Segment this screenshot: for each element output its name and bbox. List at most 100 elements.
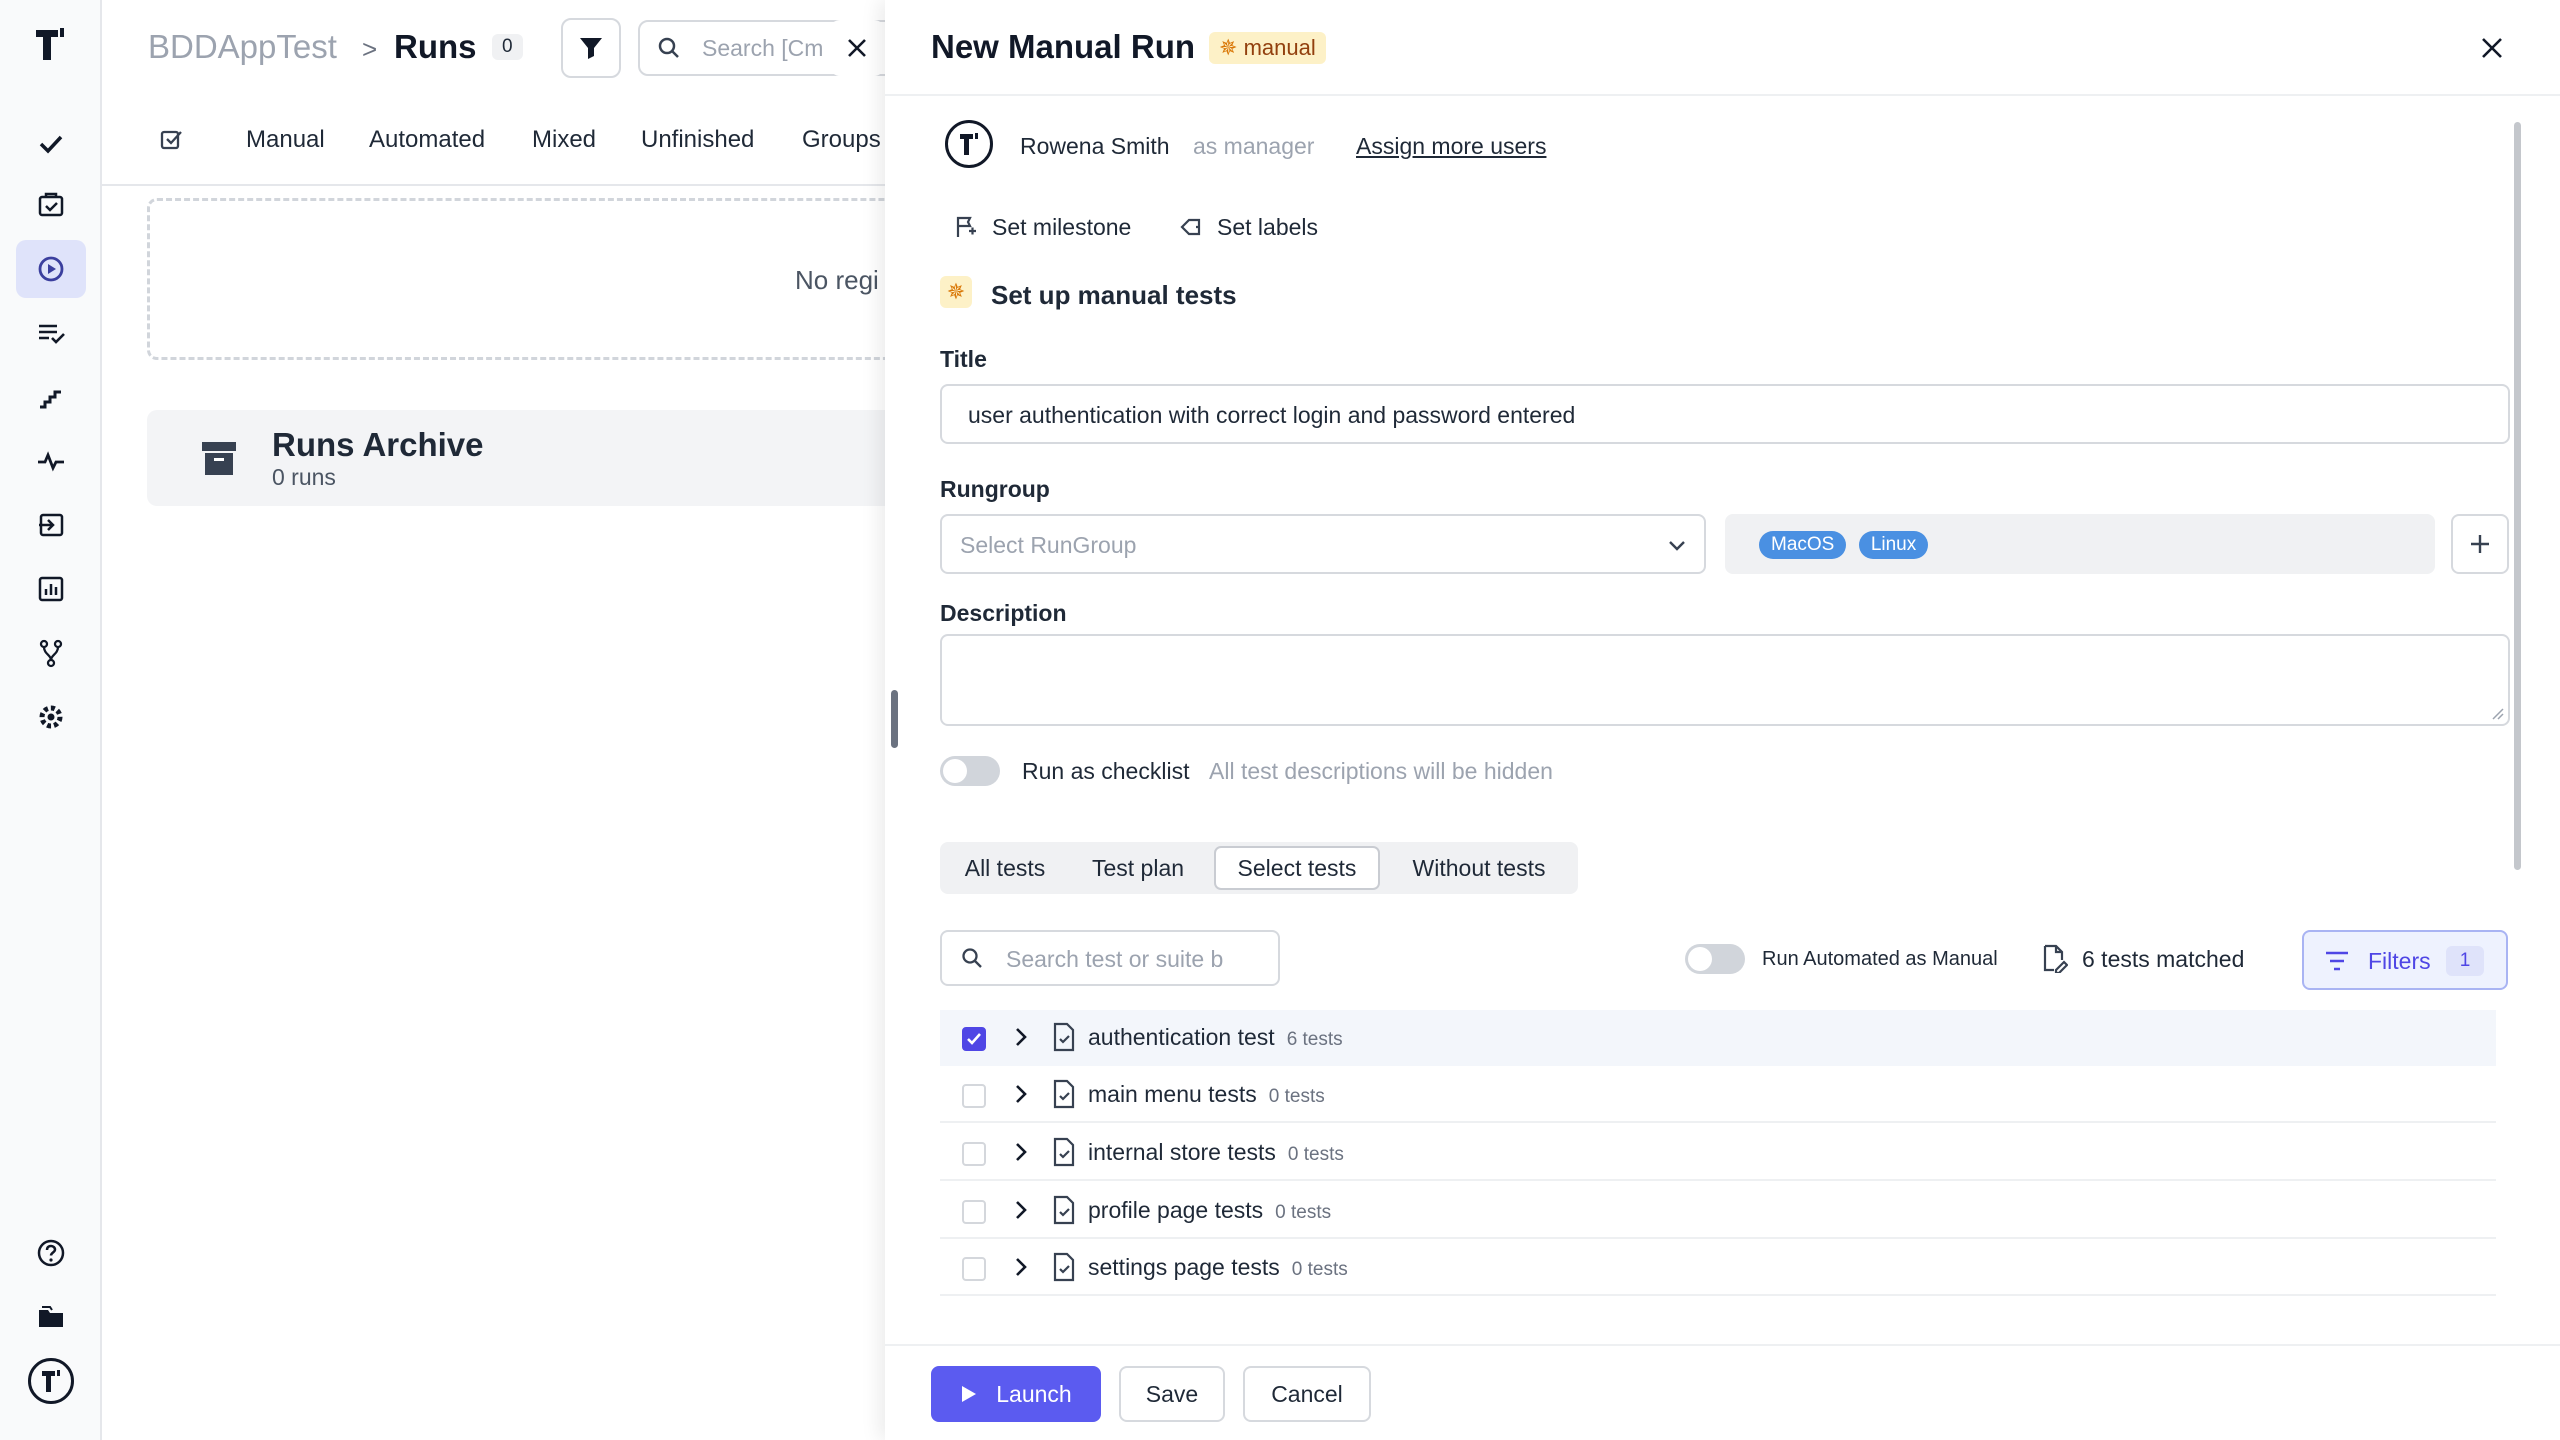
add-environment-button[interactable] [2451, 514, 2509, 574]
scope-test-plan[interactable]: Test plan [1070, 846, 1206, 890]
breadcrumb-project[interactable]: BDDAppTest [148, 28, 337, 66]
sidebar-import-icon[interactable] [16, 496, 86, 554]
checklist-toggle[interactable] [940, 756, 1000, 786]
manual-badge: ✵ manual [1209, 32, 1326, 64]
set-milestone-button[interactable]: Set milestone [992, 214, 1131, 241]
runs-count-badge: 0 [492, 34, 523, 60]
suite-row-main-menu[interactable]: main menu tests 0 tests [940, 1067, 2496, 1123]
tab-manual[interactable]: Manual [246, 126, 325, 154]
chevron-right-icon[interactable] [1008, 1197, 1034, 1223]
suite-file-icon [1053, 1137, 1075, 1167]
suite-row-authentication[interactable]: authentication test 6 tests [940, 1010, 2496, 1066]
avatar[interactable] [28, 1358, 74, 1404]
projects-icon[interactable] [16, 1288, 86, 1346]
suite-row-profile-page[interactable]: profile page tests 0 tests [940, 1183, 2496, 1239]
logo-icon[interactable] [32, 24, 70, 69]
tab-unfinished[interactable]: Unfinished [641, 126, 754, 154]
env-chip-linux[interactable]: Linux [1858, 531, 1929, 559]
filters-button[interactable]: Filters 1 [2302, 930, 2508, 990]
sidebar-settings-icon[interactable] [16, 688, 86, 746]
archive-title: Runs Archive [272, 426, 484, 463]
scope-all-tests[interactable]: All tests [944, 846, 1066, 890]
suite-checkbox[interactable] [962, 1142, 986, 1166]
suite-file-icon [1053, 1252, 1075, 1282]
suite-count: 0 tests [1291, 1259, 1348, 1280]
tab-mixed[interactable]: Mixed [532, 126, 596, 154]
bulk-select-icon[interactable] [158, 126, 186, 154]
suite-row-internal-store[interactable]: internal store tests 0 tests [940, 1125, 2496, 1181]
chevron-right-icon[interactable] [1008, 1254, 1034, 1280]
assign-users-link[interactable]: Assign more users [1356, 133, 1546, 160]
chevron-right-icon[interactable] [1008, 1081, 1034, 1107]
rungroup-select[interactable]: Select RunGroup [940, 514, 1706, 574]
sidebar-pulse-icon[interactable] [16, 432, 86, 490]
test-search-input[interactable]: Search test or suite b [940, 930, 1280, 986]
test-scope-tabs: All tests Test plan Select tests Without… [940, 842, 1578, 894]
tab-automated[interactable]: Automated [369, 126, 485, 154]
section-title: Set up manual tests [991, 280, 1237, 310]
suite-checkbox[interactable] [962, 1200, 986, 1224]
setup-icon: ✵ [940, 276, 972, 308]
rungroup-placeholder: Select RunGroup [960, 532, 1137, 558]
suite-checkbox[interactable] [962, 1084, 986, 1108]
test-search-placeholder: Search test or suite b [1006, 946, 1224, 972]
page-title: Runs [394, 28, 477, 65]
sidebar-tests-icon[interactable] [16, 114, 86, 172]
sidebar-plans-icon[interactable] [16, 176, 86, 234]
environment-field[interactable]: MacOS Linux [1725, 514, 2435, 574]
suite-count: 0 tests [1287, 1144, 1344, 1165]
chevron-right-icon[interactable] [1008, 1139, 1034, 1165]
title-label: Title [940, 346, 987, 372]
scope-select-tests[interactable]: Select tests [1214, 846, 1380, 890]
run-automated-toggle[interactable] [1685, 944, 1745, 974]
help-icon[interactable] [16, 1224, 86, 1282]
set-labels-button[interactable]: Set labels [1217, 214, 1318, 241]
chevron-right-icon[interactable] [1008, 1024, 1034, 1050]
close-icon [2482, 38, 2502, 58]
tab-groups[interactable]: Groups [802, 126, 881, 154]
description-label: Description [940, 600, 1067, 626]
suite-name: profile page tests [1088, 1197, 1264, 1223]
launch-button[interactable]: Launch [931, 1366, 1101, 1422]
sidebar-analytics-icon[interactable] [16, 560, 86, 618]
sidebar-stairs-icon[interactable] [16, 368, 86, 426]
panel-title: New Manual Run [931, 28, 1196, 65]
tests-matched: 6 tests matched [2082, 946, 2245, 972]
panel-scrollbar[interactable] [2514, 122, 2521, 870]
user-role: as manager [1193, 133, 1315, 159]
label-icon [1180, 218, 1201, 236]
funnel-icon [580, 38, 602, 59]
empty-runs-text: No regi [795, 265, 879, 295]
cancel-button[interactable]: Cancel [1243, 1366, 1371, 1422]
suite-name: settings page tests [1088, 1254, 1280, 1280]
new-manual-run-panel: New Manual Run ✵ manual Rowena Smith as … [885, 0, 2560, 1440]
description-textarea[interactable] [940, 634, 2510, 726]
save-button[interactable]: Save [1119, 1366, 1225, 1422]
runs-archive[interactable]: Runs Archive 0 runs [147, 410, 1007, 506]
empty-runs-box: No regi [147, 198, 1007, 360]
env-chip-macos[interactable]: MacOS [1759, 531, 1847, 559]
suite-row-settings-page[interactable]: settings page tests 0 tests [940, 1240, 2496, 1296]
suite-file-icon [1053, 1079, 1075, 1109]
title-input[interactable]: user authentication with correct login a… [940, 384, 2510, 444]
archive-subtitle: 0 runs [272, 464, 336, 490]
suite-checkbox[interactable] [962, 1257, 986, 1281]
run-automated-label: Run Automated as Manual [1762, 948, 1998, 970]
suite-checkbox[interactable] [962, 1027, 986, 1051]
clear-search-button[interactable] [830, 20, 884, 76]
filter-button[interactable] [561, 18, 621, 78]
scope-without-tests[interactable]: Without tests [1384, 846, 1574, 890]
title-input-value: user authentication with correct login a… [968, 402, 1576, 428]
play-icon [962, 1386, 977, 1402]
resize-handle[interactable] [891, 690, 898, 748]
doc-edit-icon [2043, 944, 2068, 973]
close-panel-button[interactable] [2474, 30, 2510, 66]
filter-lines-icon [2326, 951, 2348, 971]
sidebar-steps-icon[interactable] [16, 304, 86, 362]
panel-footer: Launch Save Cancel [885, 1344, 2560, 1440]
sidebar-runs-icon[interactable] [16, 240, 86, 298]
milestone-icon [956, 216, 976, 237]
user-avatar [945, 120, 993, 168]
sidebar-branches-icon[interactable] [16, 624, 86, 682]
resize-grip-icon[interactable] [2490, 706, 2504, 720]
